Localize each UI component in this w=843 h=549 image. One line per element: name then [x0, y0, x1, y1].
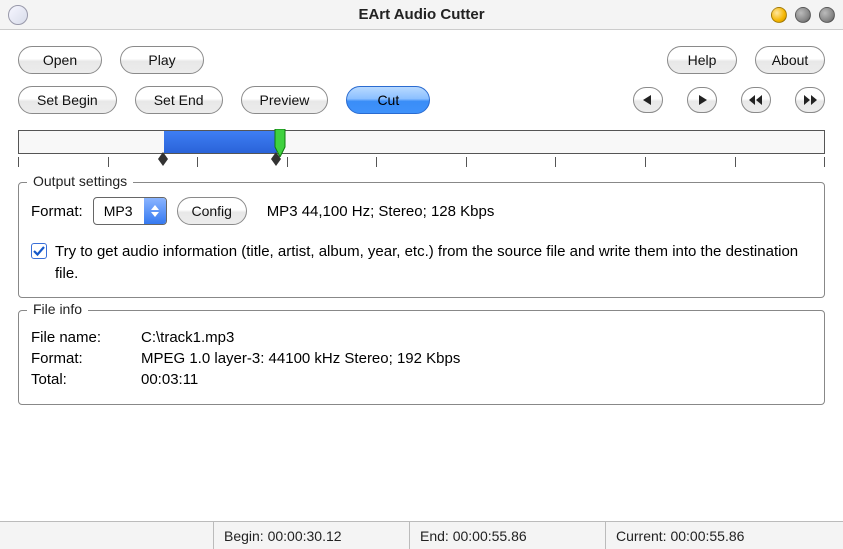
copy-tags-checkbox[interactable]	[31, 243, 47, 259]
client-area: Open Play Help About Set Begin Set End P…	[0, 30, 843, 405]
format-select[interactable]: MP3	[93, 197, 167, 225]
seek-fastforward-button[interactable]	[795, 87, 825, 113]
format-label: Format:	[31, 203, 83, 220]
window-title: EArt Audio Cutter	[0, 6, 843, 23]
help-button[interactable]: Help	[667, 46, 737, 74]
format-description: MP3 44,100 Hz; Stereo; 128 Kbps	[267, 203, 495, 220]
double-triangle-left-icon	[749, 95, 763, 105]
file-format-key: Format:	[31, 350, 141, 367]
toolbar-row-1: Open Play Help About	[14, 38, 829, 78]
cut-button[interactable]: Cut	[346, 86, 430, 114]
open-button[interactable]: Open	[18, 46, 102, 74]
double-triangle-right-icon	[803, 95, 817, 105]
updown-icon	[144, 198, 166, 224]
status-end: End: 00:00:55.86	[410, 522, 606, 549]
file-name-key: File name:	[31, 329, 141, 346]
end-marker-icon[interactable]	[271, 152, 281, 166]
check-icon	[33, 245, 45, 257]
file-name-value: C:\track1.mp3	[141, 329, 234, 346]
begin-marker-icon[interactable]	[158, 152, 168, 166]
config-button[interactable]: Config	[177, 197, 247, 225]
copy-tags-row: Try to get audio information (title, art…	[31, 241, 812, 285]
titlebar: EArt Audio Cutter	[0, 0, 843, 30]
seek-forward-button[interactable]	[687, 87, 717, 113]
app-window: EArt Audio Cutter Open Play Help About S…	[0, 0, 843, 549]
triangle-right-icon	[697, 95, 707, 105]
seek-back-button[interactable]	[633, 87, 663, 113]
preview-button[interactable]: Preview	[241, 86, 329, 114]
format-select-value: MP3	[94, 198, 144, 224]
status-cell-empty	[0, 522, 214, 549]
status-bar: Begin: 00:00:30.12 End: 00:00:55.86 Curr…	[0, 521, 843, 549]
file-format-value: MPEG 1.0 layer-3: 44100 kHz Stereo; 192 …	[141, 350, 460, 367]
play-button[interactable]: Play	[120, 46, 204, 74]
about-button[interactable]: About	[755, 46, 825, 74]
timeline-selection	[164, 131, 277, 153]
maximize-button[interactable]	[795, 7, 811, 23]
file-info-group: File info File name: C:\track1.mp3 Forma…	[18, 310, 825, 405]
file-total-value: 00:03:11	[141, 371, 198, 388]
status-begin: Begin: 00:00:30.12	[214, 522, 410, 549]
toolbar-row-2: Set Begin Set End Preview Cut	[14, 78, 829, 130]
status-current: Current: 00:00:55.86	[606, 522, 843, 549]
copy-tags-label: Try to get audio information (title, art…	[55, 241, 812, 285]
triangle-left-icon	[643, 95, 653, 105]
timeline	[18, 130, 825, 170]
file-info-legend: File info	[27, 301, 88, 317]
minimize-button[interactable]	[771, 7, 787, 23]
timeline-ruler	[18, 154, 825, 170]
set-end-button[interactable]: Set End	[135, 86, 223, 114]
seek-rewind-button[interactable]	[741, 87, 771, 113]
close-button[interactable]	[819, 7, 835, 23]
file-total-key: Total:	[31, 371, 141, 388]
set-begin-button[interactable]: Set Begin	[18, 86, 117, 114]
window-controls	[771, 0, 835, 29]
output-settings-group: Output settings Format: MP3 Config MP3 4…	[18, 182, 825, 298]
timeline-track[interactable]	[18, 130, 825, 154]
output-settings-legend: Output settings	[27, 173, 133, 189]
